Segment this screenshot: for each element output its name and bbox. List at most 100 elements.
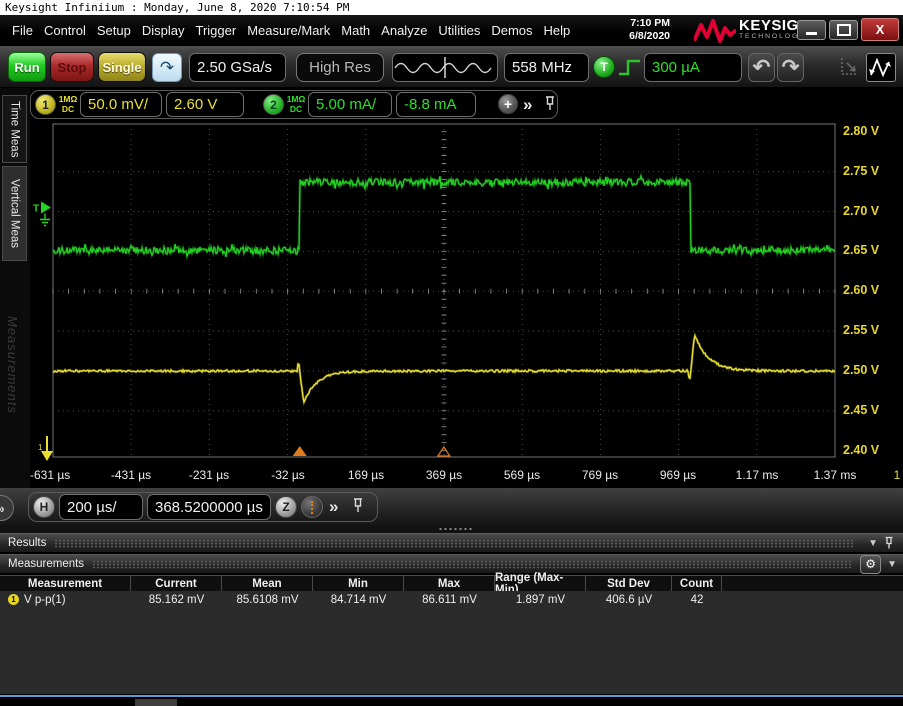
window-titlebar: Keysight Infiniium : Monday, June 8, 202… [0,0,903,15]
column-header-filler [722,576,903,591]
channel-pin-button[interactable] [544,95,556,112]
stop-button[interactable]: Stop [50,52,94,82]
hbar-pin-button[interactable] [352,497,364,514]
x-axis-label: -32 µs [271,468,305,482]
measurements-header: Measurements ⚙ ▼ [0,554,903,574]
measurements-settings-button[interactable]: ⚙ [860,554,882,574]
menu-demos[interactable]: Demos [491,23,532,38]
clock-date: 6/8/2020 [629,30,670,43]
measurement-min: 84.714 mV [330,593,387,606]
results-pin-button[interactable] [884,536,895,551]
x-axis-label: -631 µs [30,468,71,482]
bandwidth-display[interactable]: 558 MHz [504,53,589,82]
undo-button[interactable]: ↶ [748,53,775,82]
column-header-max: Max [404,576,495,591]
zoom-region-icon[interactable] [839,54,863,81]
column-header-count: Count [672,576,722,591]
redo-icon: ↷ [781,56,800,79]
redo-button[interactable]: ↷ [777,53,804,82]
measurement-mean: 85.6108 mV [236,593,299,606]
touch-icon: ↷ [159,57,175,77]
trigger-level-display[interactable]: 300 µA [644,53,742,82]
horizontal-button[interactable]: H [33,496,55,518]
zoom-button[interactable]: Z [275,496,297,518]
y-axis-label: 2.75 V [843,164,880,178]
menu-analyze[interactable]: Analyze [381,23,427,38]
hbar-expand-button[interactable]: » [329,497,339,517]
measurements-table-header: Measurement Current Mean Min Max Range (… [0,572,903,596]
menu-setup[interactable]: Setup [97,23,131,38]
x-axis-label: 569 µs [503,468,541,482]
measurements-collapse-button[interactable]: ▼ [887,559,897,570]
menu-measure-mark[interactable]: Measure/Mark [247,23,330,38]
channel1-offset-display[interactable]: 2.60 V [166,92,244,117]
timebase-display[interactable]: 200 µs/ [59,494,143,520]
menu-display[interactable]: Display [142,23,185,38]
x-axis-label: -231 µs [188,468,230,482]
y-axis-label: 2.70 V [843,204,880,218]
menu-control[interactable]: Control [44,23,86,38]
sample-rate-display[interactable]: 2.50 GSa/s [189,53,286,82]
measurement-row[interactable]: 1 V p-p(1) 85.162 mV 85.6108 mV 84.714 m… [0,591,903,608]
minimize-button[interactable] [797,19,826,40]
restore-icon [836,23,851,36]
acquisition-mode-button[interactable]: High Res [296,53,384,82]
menu-math[interactable]: Math [341,23,370,38]
measurements-header-texture [92,559,853,569]
menu-help[interactable]: Help [544,23,571,38]
measurements-watermark: Measurements [5,316,20,414]
measurement-name: V p-p(1) [24,593,66,606]
measurement-max: 86.611 mV [422,593,477,606]
touch-button[interactable]: ↷ [152,53,182,82]
channel2-coupling[interactable]: 1MΩ DC [286,94,306,115]
channel2-offset-display[interactable]: -8.8 mA [396,92,476,117]
menu-utilities[interactable]: Utilities [438,23,480,38]
oscilloscope-app: Keysight Infiniium : Monday, June 8, 202… [0,0,903,706]
y-axis-label: 2.40 V [843,443,880,457]
menu-trigger[interactable]: Trigger [195,23,236,38]
tab-vertical-meas[interactable]: Vertical Meas [2,166,27,261]
channel-expand-button[interactable]: » [523,95,533,115]
x-axis-label: 1.17 ms [735,468,779,482]
channel2-button[interactable]: 2 [263,94,284,115]
trigger-edge-icon[interactable] [617,56,643,79]
close-button[interactable]: X [861,18,899,41]
single-button[interactable]: Single [98,52,146,82]
results-title: Results [8,537,47,549]
window-buttons: X [797,18,899,41]
delay-display[interactable]: 368.5200000 µs [147,494,271,520]
measurements-empty-area [0,608,903,694]
splitter-handle[interactable] [438,527,472,531]
channel1-scale-display[interactable]: 50.0 mV/ [80,92,162,117]
waveform-display-area[interactable] [30,120,903,460]
results-collapse-button[interactable]: ▼ [868,538,878,549]
bottom-taskbar-tab[interactable] [135,699,177,706]
measurement-name-cell: 1 V p-p(1) [0,591,131,608]
channel1-marker-icon: 1 [8,594,19,605]
pin-icon [546,96,554,110]
tab-time-meas[interactable]: Time Meas [2,95,27,163]
pin-icon [354,498,362,512]
column-header-stddev: Std Dev [586,576,672,591]
menu-items: File Control Setup Display Trigger Measu… [12,15,570,46]
pin-icon [885,536,893,548]
run-button[interactable]: Run [8,52,46,82]
trigger-source-button[interactable]: T [593,56,615,78]
x-axis-label-clipped: 1 [893,468,901,482]
results-header: Results ▼ [0,533,903,553]
menu-file[interactable]: File [12,23,33,38]
reference-point-button[interactable] [301,496,323,518]
measurement-stddev: 406.6 µV [605,593,653,606]
add-channel-button[interactable]: + [498,94,518,114]
keysight-spark-icon [694,19,736,43]
channel2-scale-display[interactable]: 5.00 mA/ [308,92,392,117]
channel1-button[interactable]: 1 [35,94,56,115]
measurement-count: 42 [690,593,704,606]
y-axis-label: 2.80 V [843,124,880,138]
quick-meas-button[interactable] [866,53,896,82]
x-axis-label: 369 µs [425,468,463,482]
restore-button[interactable] [829,19,858,40]
waveform-preview-button[interactable] [392,53,498,82]
channel1-coupling[interactable]: 1MΩ DC [58,94,78,115]
quick-meas-icon [869,57,891,78]
